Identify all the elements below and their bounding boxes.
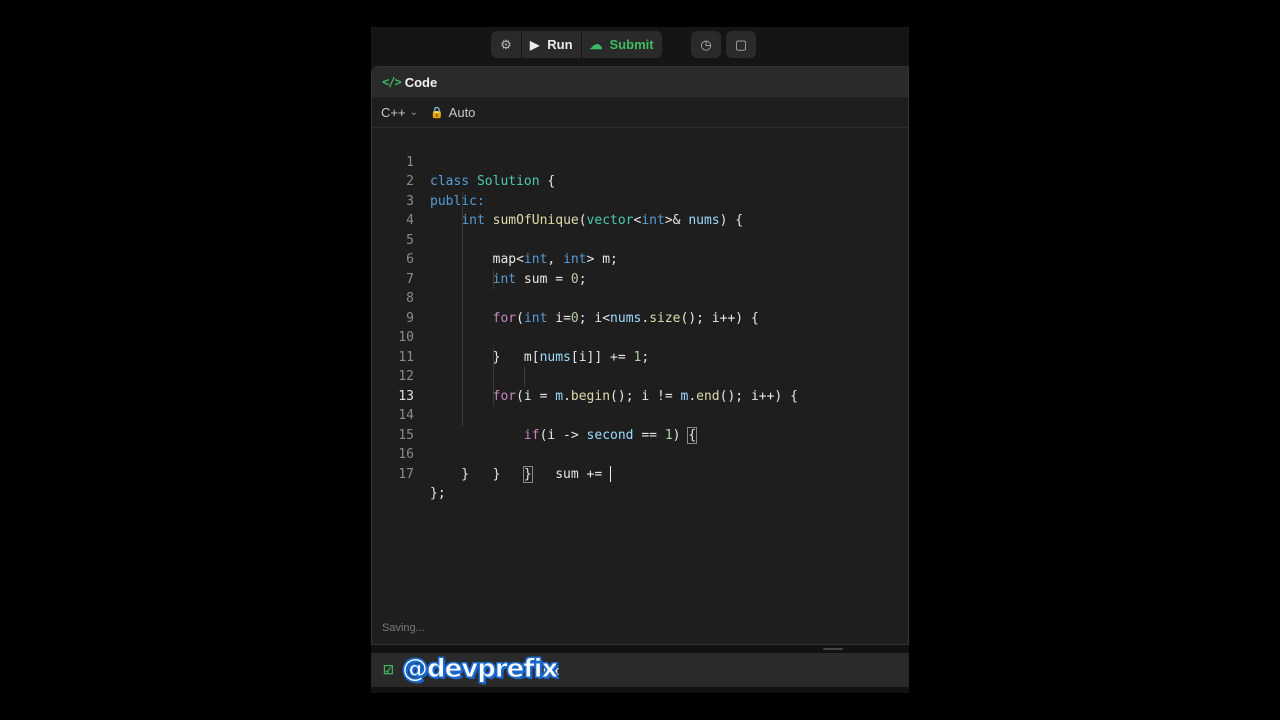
code-line: 6 bbox=[372, 230, 908, 267]
submit-button[interactable]: ☁ Submit bbox=[582, 31, 662, 58]
line-number: 17 bbox=[398, 466, 414, 482]
code-line: 16 } bbox=[372, 426, 908, 482]
chevron-down-icon[interactable]: ⌄ bbox=[410, 107, 418, 118]
code-line: 12 if(i -> second == 1) { bbox=[372, 347, 908, 444]
code-text: }; bbox=[430, 486, 446, 501]
cloud-upload-icon: ☁ bbox=[589, 36, 603, 52]
code-brackets-icon: </> bbox=[382, 75, 402, 89]
code-line: 2 public: bbox=[372, 153, 908, 209]
code-line: 14 } bbox=[372, 386, 908, 483]
auto-mode-label[interactable]: Auto bbox=[449, 105, 476, 120]
alarm-clock-icon[interactable]: ◷ bbox=[691, 31, 721, 58]
code-panel: </> Code C++ ⌄ 🔒 Auto 1 class Solution {… bbox=[371, 66, 909, 645]
text-cursor bbox=[610, 466, 612, 482]
language-select[interactable]: C++ bbox=[381, 105, 406, 120]
run-button[interactable]: ▶ Run bbox=[522, 31, 581, 58]
code-text: } bbox=[430, 466, 470, 482]
code-line: 1 class Solution { bbox=[372, 133, 908, 190]
code-line: 9 } bbox=[372, 289, 908, 365]
top-toolbar: ⚙ ▶ Run ☁ Submit ◷ ▢ bbox=[371, 27, 909, 66]
code-line: 4 map<int, int> m; bbox=[372, 191, 908, 267]
app-frame: ⚙ ▶ Run ☁ Submit ◷ ▢ </> Code C++ ⌄ � bbox=[371, 27, 909, 693]
resize-handle[interactable] bbox=[823, 648, 843, 650]
code-line: 11 for(i = m.begin(); i != m.end(); i++)… bbox=[372, 328, 908, 404]
lock-icon: 🔒 bbox=[429, 106, 444, 119]
submit-label: Submit bbox=[609, 37, 654, 52]
code-line: 10 bbox=[372, 308, 908, 345]
code-panel-header: </> Code bbox=[372, 67, 908, 97]
notes-group: ▢ bbox=[726, 31, 756, 58]
code-line: 3 int sumOfUnique(vector<int>& nums) { bbox=[372, 172, 908, 229]
language-bar: C++ ⌄ 🔒 Auto bbox=[372, 97, 908, 128]
code-line: 17 }; bbox=[372, 445, 908, 502]
code-line: 15 } bbox=[372, 406, 908, 482]
play-icon: ▶ bbox=[530, 37, 540, 52]
run-label: Run bbox=[547, 37, 573, 52]
run-submit-group: ⚙ ▶ Run ☁ Submit bbox=[491, 31, 662, 58]
code-line: 8 m[nums[i]] += 1; bbox=[372, 269, 908, 365]
timer-group: ◷ bbox=[691, 31, 721, 58]
code-line: 5 int sum = 0; bbox=[372, 211, 908, 287]
saving-status: Saving... bbox=[382, 622, 425, 634]
code-line: 13 sum += bbox=[372, 367, 908, 482]
code-editor[interactable]: 1 class Solution { 2 public: 3 int sumOf… bbox=[372, 133, 908, 502]
debug-icon[interactable]: ⚙ bbox=[491, 31, 521, 58]
note-icon[interactable]: ▢ bbox=[726, 31, 756, 58]
checkbox-icon: ☑ bbox=[383, 663, 394, 677]
code-line: 7 for(int i=0; i<nums.size(); i++) { bbox=[372, 250, 908, 326]
watermark-overlay: @devprefix bbox=[401, 654, 558, 685]
code-panel-title: Code bbox=[404, 74, 438, 90]
